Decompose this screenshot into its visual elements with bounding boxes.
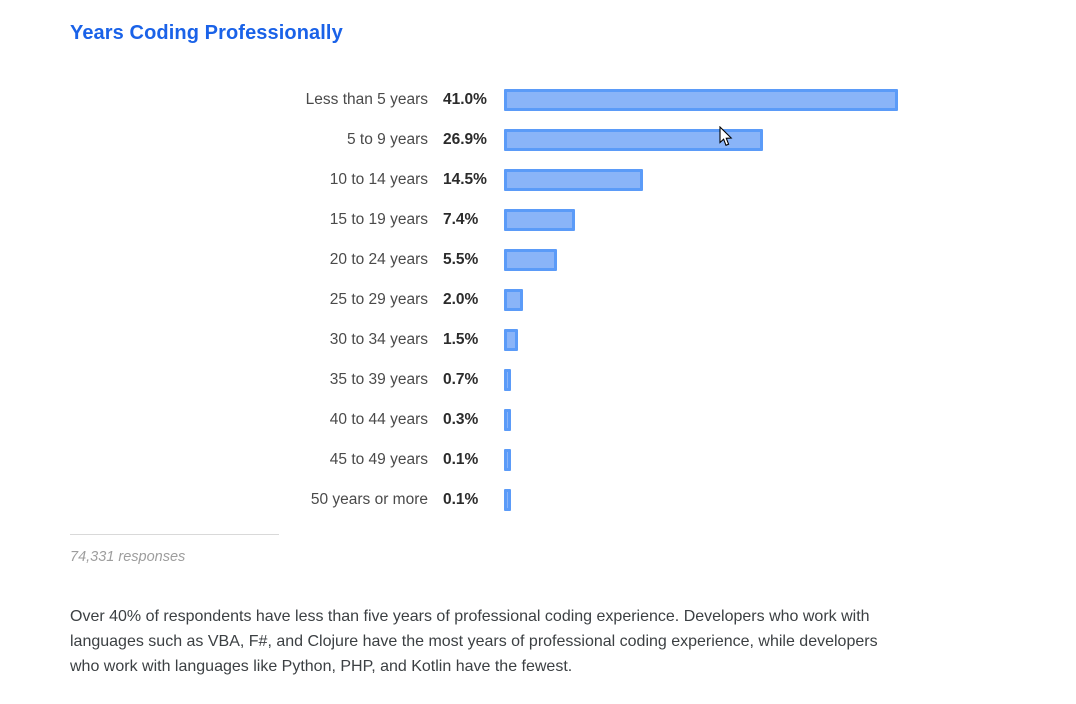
bar-value-label: 1.5% xyxy=(443,331,479,348)
bar-track xyxy=(504,209,576,231)
bar-category-label: 30 to 34 years xyxy=(329,331,428,348)
bar-row[interactable]: 35 to 39 years 0.7% xyxy=(0,360,1076,400)
bar-row[interactable]: 10 to 14 years 14.5% xyxy=(0,160,1076,200)
bar-value-label: 14.5% xyxy=(443,171,487,188)
chart-footer: 74,331 responses xyxy=(70,534,279,565)
bar-value-label: 7.4% xyxy=(443,211,479,228)
bar-category-label: 45 to 49 years xyxy=(329,451,428,468)
bar-category-label: 10 to 14 years xyxy=(329,171,428,188)
years-coding-professionally-chart: Years Coding Professionally Less than 5 … xyxy=(0,0,1076,704)
bar[interactable] xyxy=(504,489,511,511)
bar[interactable] xyxy=(504,169,644,191)
bar[interactable] xyxy=(504,249,557,271)
bar-category-label: 20 to 24 years xyxy=(329,251,428,268)
bar-track xyxy=(504,409,511,431)
bar[interactable] xyxy=(504,369,511,391)
bar-track xyxy=(504,489,511,511)
bar-row[interactable]: 25 to 29 years 2.0% xyxy=(0,280,1076,320)
bar-row[interactable]: Less than 5 years 41.0% xyxy=(0,80,1076,120)
bar-category-label: 15 to 19 years xyxy=(329,211,428,228)
footer-divider xyxy=(70,534,279,535)
bar-category-label: 50 years or more xyxy=(310,491,428,508)
bar-track xyxy=(504,449,511,471)
bar-value-label: 0.7% xyxy=(443,371,479,388)
bar-row[interactable]: 15 to 19 years 7.4% xyxy=(0,200,1076,240)
bar-category-label: 40 to 44 years xyxy=(329,411,428,428)
bar-track xyxy=(504,169,644,191)
bar-track xyxy=(504,289,524,311)
bar[interactable] xyxy=(504,409,511,431)
responses-count: 74,331 responses xyxy=(70,549,186,565)
bar-value-label: 26.9% xyxy=(443,131,487,148)
bar-track xyxy=(504,89,899,111)
bar-track xyxy=(504,329,519,351)
bar[interactable] xyxy=(504,129,763,151)
chart-description: Over 40% of respondents have less than f… xyxy=(70,608,878,675)
bar-row[interactable]: 40 to 44 years 0.3% xyxy=(0,400,1076,440)
bar-track xyxy=(504,249,557,271)
bar-category-label: 25 to 29 years xyxy=(329,291,428,308)
bar-row[interactable]: 30 to 34 years 1.5% xyxy=(0,320,1076,360)
bar-row[interactable]: 20 to 24 years 5.5% xyxy=(0,240,1076,280)
bar-track xyxy=(504,369,511,391)
bar[interactable] xyxy=(504,289,524,311)
bar-category-label: 35 to 39 years xyxy=(329,371,428,388)
chart-plot-area: Less than 5 years 41.0% 5 to 9 years 26.9% 1… xyxy=(0,80,1076,520)
bar[interactable] xyxy=(504,449,511,471)
bar-value-label: 5.5% xyxy=(443,251,479,268)
bar-category-label: 5 to 9 years xyxy=(347,131,428,148)
bar-row[interactable]: 45 to 49 years 0.1% xyxy=(0,440,1076,480)
bar-value-label: 41.0% xyxy=(443,91,487,108)
bar[interactable] xyxy=(504,209,576,231)
bar-track xyxy=(504,129,763,151)
bar-category-label: Less than 5 years xyxy=(305,91,428,108)
bar-value-label: 0.1% xyxy=(443,491,479,508)
chart-title: Years Coding Professionally xyxy=(70,22,343,44)
bar-value-label: 0.1% xyxy=(443,451,479,468)
bar-row[interactable]: 5 to 9 years 26.9% xyxy=(0,120,1076,160)
bar-row[interactable]: 50 years or more 0.1% xyxy=(0,480,1076,520)
bar[interactable] xyxy=(504,89,899,111)
bar-value-label: 0.3% xyxy=(443,411,479,428)
bar-value-label: 2.0% xyxy=(443,291,479,308)
bar[interactable] xyxy=(504,329,519,351)
